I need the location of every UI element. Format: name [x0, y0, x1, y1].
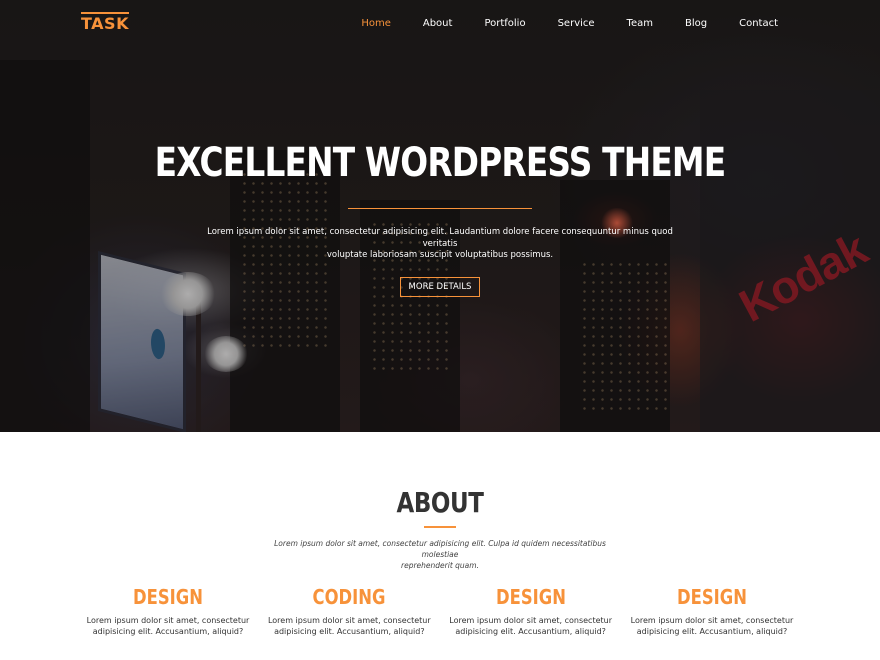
nav-item-portfolio[interactable]: Portfolio: [484, 18, 525, 30]
hero-description: Lorem ipsum dolor sit amet, consectetur …: [200, 227, 680, 262]
feature-item: CODING Lorem ipsum dolor sit amet, conse…: [261, 584, 437, 637]
feature-title: DESIGN: [495, 585, 566, 609]
feature-description-line: Lorem ipsum dolor sit amet, consectetur: [86, 616, 250, 625]
feature-item: DESIGN Lorem ipsum dolor sit amet, conse…: [80, 584, 256, 637]
main-nav: Home About Portfolio Service Team Blog C…: [329, 18, 778, 30]
nav-item-blog[interactable]: Blog: [685, 18, 707, 30]
feature-title: DESIGN: [133, 585, 203, 609]
about-description: Lorem ipsum dolor sit amet, consectetur …: [255, 538, 625, 571]
hero-description-line: voluptate laboriosam suscipit voluptatib…: [326, 250, 554, 260]
feature-description-line: adipisicing elit. Accusantium, aliquid?: [636, 627, 788, 636]
navbar: TASK Home About Portfolio Service Team B…: [0, 0, 880, 50]
features-row: DESIGN Lorem ipsum dolor sit amet, conse…: [80, 584, 800, 637]
hero-divider: [348, 208, 532, 209]
feature-description-line: Lorem ipsum dolor sit amet, consectetur: [630, 616, 794, 625]
about-section: ABOUT Lorem ipsum dolor sit amet, consec…: [0, 432, 880, 660]
hero-section: Kodak TASK Home About Portfolio Service …: [0, 0, 880, 432]
feature-item: DESIGN Lorem ipsum dolor sit amet, conse…: [624, 584, 800, 637]
nav-item-service[interactable]: Service: [558, 18, 595, 30]
hero-title: EXCELLENT WORDPRESS THEME: [154, 140, 726, 186]
feature-title: DESIGN: [677, 585, 747, 609]
feature-description-line: Lorem ipsum dolor sit amet, consectetur: [449, 616, 612, 625]
about-divider: [424, 526, 456, 528]
feature-description: Lorem ipsum dolor sit amet, consectetur …: [80, 615, 256, 637]
about-title: ABOUT: [396, 486, 484, 519]
hero-description-line: Lorem ipsum dolor sit amet, consectetur …: [207, 227, 673, 249]
feature-description-line: adipisicing elit. Accusantium, aliquid?: [274, 627, 425, 636]
about-description-line: reprehenderit quam.: [401, 561, 479, 570]
feature-description-line: Lorem ipsum dolor sit amet, consectetur: [267, 616, 431, 625]
nav-item-contact[interactable]: Contact: [739, 18, 778, 30]
nav-item-about[interactable]: About: [423, 18, 453, 30]
feature-title: CODING: [312, 585, 386, 609]
feature-description: Lorem ipsum dolor sit amet, consectetur …: [261, 615, 437, 637]
feature-description-line: adipisicing elit. Accusantium, aliquid?: [92, 627, 244, 636]
nav-item-team[interactable]: Team: [627, 18, 653, 30]
feature-description: Lorem ipsum dolor sit amet, consectetur …: [443, 615, 619, 637]
feature-item: DESIGN Lorem ipsum dolor sit amet, conse…: [443, 584, 619, 637]
feature-description-line: adipisicing elit. Accusantium, aliquid?: [455, 627, 606, 636]
site-logo[interactable]: TASK: [81, 12, 129, 32]
feature-description: Lorem ipsum dolor sit amet, consectetur …: [624, 615, 800, 637]
nav-item-home[interactable]: Home: [361, 18, 391, 30]
about-description-line: Lorem ipsum dolor sit amet, consectetur …: [274, 539, 606, 559]
more-details-button[interactable]: MORE DETAILS: [399, 276, 481, 297]
hero-content: EXCELLENT WORDPRESS THEME Lorem ipsum do…: [0, 138, 880, 297]
